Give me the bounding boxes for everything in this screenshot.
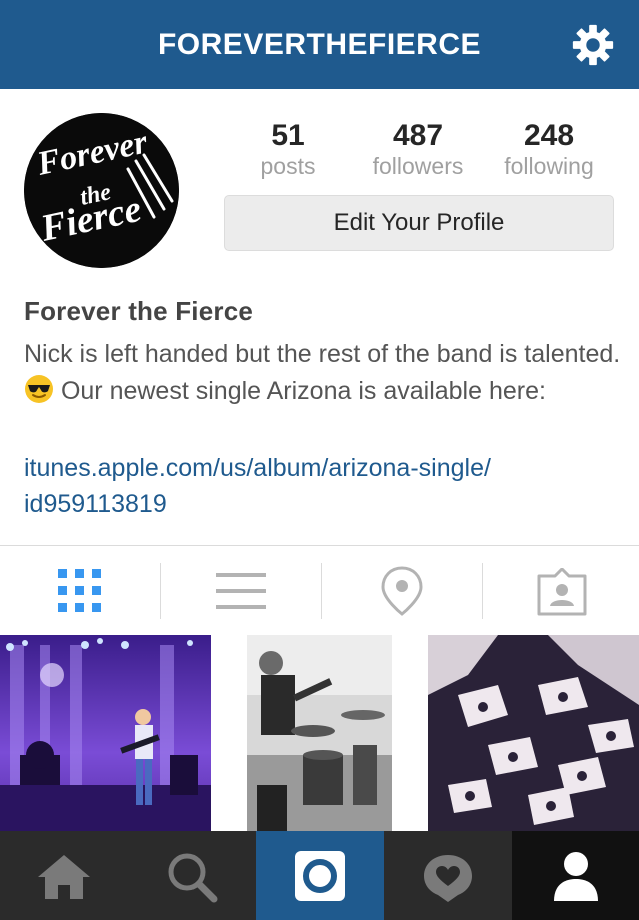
location-pin-icon (381, 566, 423, 616)
nav-activity[interactable] (384, 831, 512, 920)
band-logo: Forever the Fierce (24, 113, 179, 268)
stat-followers[interactable]: 487 followers (358, 118, 478, 178)
bio-link-line1[interactable]: itunes.apple.com/us/album/arizona-single… (24, 450, 624, 486)
drummer-photo[interactable] (213, 635, 426, 831)
posts-label: posts (260, 153, 316, 179)
concert-stage-image (0, 635, 211, 831)
merch-shirt-photo[interactable] (428, 635, 639, 831)
nav-home[interactable] (0, 831, 128, 920)
bio-link-line2[interactable]: id959113819 (24, 486, 624, 522)
gear-icon[interactable] (570, 22, 616, 68)
tab-location[interactable] (322, 546, 482, 636)
tab-tagged[interactable] (483, 546, 639, 636)
followers-label: followers (372, 153, 464, 179)
following-label: following (504, 153, 594, 179)
top-header: FOREVERTHEFIERCE (0, 0, 639, 89)
stat-posts[interactable]: 51 posts (228, 118, 348, 178)
activity-icon (424, 855, 472, 902)
merch-shirt-image (428, 635, 639, 831)
bio-text-part2: Our newest single Arizona is available h… (60, 377, 546, 405)
nav-profile[interactable] (512, 831, 639, 920)
edit-profile-button[interactable]: Edit Your Profile (224, 195, 614, 251)
nav-search[interactable] (128, 831, 256, 920)
tab-list[interactable] (161, 546, 321, 636)
grid-icon (58, 569, 101, 612)
tab-grid[interactable] (0, 546, 160, 636)
concert-stage-photo[interactable] (0, 635, 211, 831)
bottom-navigation (0, 831, 639, 920)
search-icon (168, 853, 218, 903)
bio-text-part1: Nick is left handed but the rest of the … (24, 340, 621, 368)
list-icon (216, 573, 266, 609)
bio-link[interactable]: itunes.apple.com/us/album/arizona-single… (24, 450, 624, 522)
profile-bio: Nick is left handed but the rest of the … (24, 336, 624, 410)
page-title: FOREVERTHEFIERCE (157, 28, 482, 61)
tagged-photos-icon (537, 568, 587, 616)
home-icon (38, 855, 90, 899)
following-count: 248 (523, 119, 575, 152)
profile-name: Forever the Fierce (24, 296, 254, 326)
drummer-image (213, 635, 426, 831)
followers-count: 487 (392, 119, 444, 152)
camera-icon (295, 851, 345, 901)
nav-camera[interactable] (256, 831, 384, 920)
photo-grid (0, 635, 639, 831)
profile-view-tabs (0, 545, 639, 635)
sunglasses-emoji-icon (25, 375, 53, 403)
posts-count: 51 (271, 119, 305, 152)
stat-following[interactable]: 248 following (489, 118, 609, 178)
profile-icon (554, 852, 598, 901)
avatar[interactable]: Forever the Fierce (24, 113, 179, 268)
